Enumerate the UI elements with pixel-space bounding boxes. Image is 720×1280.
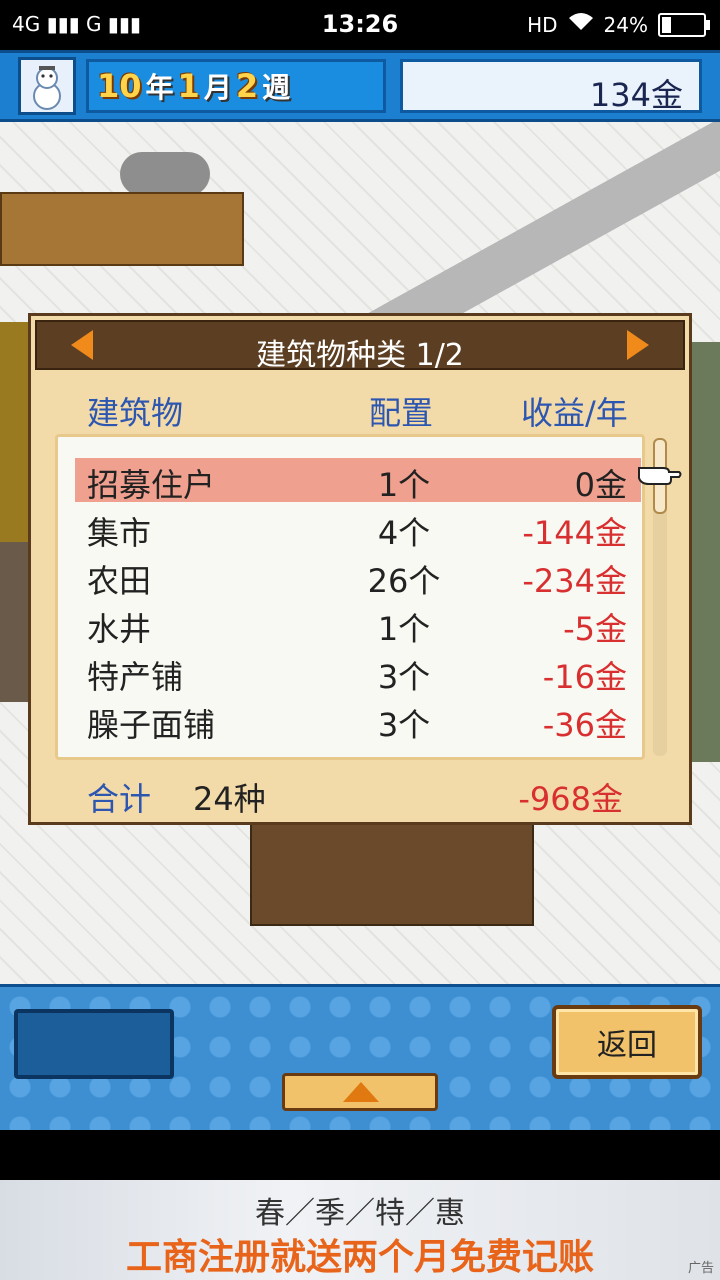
status-right: HD 24% bbox=[527, 12, 710, 37]
col-header-income: 收益/年 bbox=[521, 394, 628, 432]
building-income: -5金 bbox=[563, 610, 627, 648]
shop-buildings bbox=[250, 812, 534, 926]
building-name: 特产铺 bbox=[87, 658, 184, 696]
building-income: 0金 bbox=[574, 466, 627, 504]
month-unit: 月 bbox=[203, 71, 232, 104]
gold-amount: 134金 bbox=[589, 76, 683, 114]
building-income: -16金 bbox=[542, 658, 627, 696]
year-unit: 年 bbox=[145, 71, 174, 104]
month-value: 1 bbox=[177, 67, 200, 105]
expand-up-button[interactable] bbox=[282, 1073, 438, 1111]
col-header-building: 建筑物 bbox=[87, 394, 184, 432]
panel-title: 建筑物种类 1/2 bbox=[256, 338, 464, 373]
snowman-icon[interactable] bbox=[18, 57, 76, 115]
list-item[interactable]: 招募住户 1个 0金 bbox=[75, 458, 641, 504]
week-unit: 週 bbox=[262, 71, 291, 104]
total-income: -968金 bbox=[518, 780, 623, 818]
list-item[interactable]: 特产铺 3个 -16金 bbox=[75, 650, 641, 696]
building-name: 臊子面铺 bbox=[87, 706, 216, 744]
week-value: 2 bbox=[235, 67, 259, 105]
ad-tag: 广告 bbox=[687, 1261, 714, 1276]
game-top-bar: 10 年 1 月 2 週 134金 bbox=[0, 50, 720, 122]
house-roofs bbox=[0, 192, 244, 266]
date-display: 10 年 1 月 2 週 bbox=[86, 59, 386, 113]
list-item[interactable]: 农田 26个 -234金 bbox=[75, 554, 641, 600]
building-name: 招募住户 bbox=[87, 466, 216, 504]
total-kinds: 24种 bbox=[193, 780, 266, 818]
ad-line-1: 春／季／特／惠 bbox=[255, 1196, 465, 1231]
back-button[interactable]: 返回 bbox=[552, 1005, 702, 1079]
battery-percent: 24% bbox=[603, 12, 648, 37]
total-label: 合计 bbox=[87, 780, 152, 818]
hd-indicator: HD bbox=[527, 12, 558, 37]
building-income: -36金 bbox=[542, 706, 627, 744]
cloud-sprite bbox=[120, 152, 210, 196]
building-types-panel: 建筑物种类 1/2 建筑物 配置 收益/年 招募住户 1个 0金 集市 4个 -… bbox=[28, 313, 692, 825]
building-count: 3个 bbox=[377, 706, 431, 744]
list-item[interactable]: 臊子面铺 3个 -36金 bbox=[75, 698, 641, 744]
building-count: 4个 bbox=[377, 514, 431, 552]
building-name: 水井 bbox=[87, 610, 152, 648]
col-header-count: 配置 bbox=[369, 394, 434, 432]
info-box[interactable] bbox=[14, 1009, 174, 1079]
building-name: 农田 bbox=[87, 562, 152, 600]
panel-header: 建筑物种类 1/2 bbox=[35, 320, 685, 373]
up-arrow-icon bbox=[343, 1082, 379, 1102]
pointer-hand-icon bbox=[638, 467, 682, 485]
year-value: 10 bbox=[97, 67, 142, 105]
status-bar: 4G ▮▮▮ G ▮▮▮ 13:26 HD 24% bbox=[0, 0, 720, 50]
wifi-icon bbox=[568, 12, 594, 37]
buildings-left bbox=[0, 542, 28, 702]
gold-display: 134金 bbox=[400, 59, 702, 114]
building-name: 集市 bbox=[87, 514, 152, 552]
building-income: -234金 bbox=[522, 562, 627, 600]
next-page-arrow-icon[interactable] bbox=[627, 330, 649, 360]
building-count: 1个 bbox=[377, 466, 431, 504]
battery-icon bbox=[658, 12, 710, 37]
building-count: 3个 bbox=[377, 658, 431, 696]
ad-banner[interactable]: 春／季／特／惠 工商注册就送两个月免费记账 广告 bbox=[0, 1180, 720, 1280]
ad-line-2: 工商注册就送两个月免费记账 bbox=[125, 1237, 594, 1278]
list-item[interactable]: 集市 4个 -144金 bbox=[75, 506, 641, 552]
game-bottom-bar: 返回 bbox=[0, 984, 720, 1130]
ad-gap bbox=[0, 1130, 720, 1180]
building-count: 1个 bbox=[377, 610, 431, 648]
list-item[interactable]: 水井 1个 -5金 bbox=[75, 602, 641, 648]
building-income: -144金 bbox=[522, 514, 627, 552]
buildings-right bbox=[690, 342, 720, 762]
building-count: 26个 bbox=[367, 562, 441, 600]
